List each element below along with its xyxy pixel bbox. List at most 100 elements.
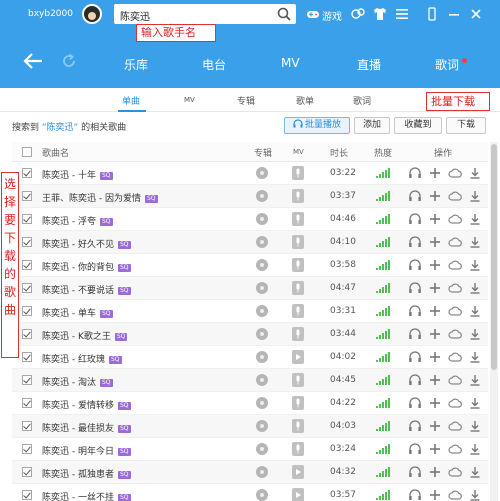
search-icon[interactable]: [276, 6, 292, 22]
song-name[interactable]: 陈奕迅 - 一丝不挂 SQ: [42, 490, 131, 501]
add-to-list-icon[interactable]: [428, 396, 442, 410]
table-row[interactable]: 陈奕迅 - 单车 SQ 03:31: [12, 300, 488, 323]
download-icon[interactable]: [468, 419, 482, 433]
row-checkbox[interactable]: [22, 375, 32, 385]
song-name[interactable]: 陈奕迅 - 浮夸 SQ: [42, 214, 113, 227]
add-to-list-icon[interactable]: [428, 235, 442, 249]
album-disc-icon[interactable]: [256, 443, 268, 455]
add-to-list-icon[interactable]: [428, 189, 442, 203]
album-disc-icon[interactable]: [256, 259, 268, 271]
song-name[interactable]: 陈奕迅 - 明年今日 SQ: [42, 444, 131, 457]
row-checkbox[interactable]: [22, 352, 32, 362]
table-row[interactable]: 陈奕迅 - 明年今日 SQ 03:24: [12, 438, 488, 461]
download-icon[interactable]: [468, 281, 482, 295]
listen-icon[interactable]: [408, 235, 422, 249]
song-title[interactable]: 陈奕迅 - 明年今日: [42, 447, 114, 457]
song-title[interactable]: 陈奕迅 - 好久不见: [42, 240, 114, 250]
row-checkbox[interactable]: [22, 398, 32, 408]
download-button[interactable]: 下载: [446, 117, 486, 134]
mv-microphone-icon[interactable]: [292, 373, 304, 387]
album-disc-icon[interactable]: [256, 305, 268, 317]
add-to-list-icon[interactable]: [428, 373, 442, 387]
table-row[interactable]: 陈奕迅 - 一丝不挂 SQ 03:57: [12, 484, 488, 501]
download-icon[interactable]: [468, 166, 482, 180]
table-row[interactable]: 陈奕迅 - 爱情转移 SQ 04:22: [12, 392, 488, 415]
add-to-list-icon[interactable]: [428, 281, 442, 295]
table-row[interactable]: 陈奕迅 - 好久不见 SQ 04:10: [12, 231, 488, 254]
listen-icon[interactable]: [408, 189, 422, 203]
album-disc-icon[interactable]: [256, 466, 268, 478]
listen-icon[interactable]: [408, 327, 422, 341]
listen-icon[interactable]: [408, 396, 422, 410]
album-disc-icon[interactable]: [256, 213, 268, 225]
download-icon[interactable]: [468, 327, 482, 341]
cloud-icon[interactable]: [448, 442, 462, 456]
listen-icon[interactable]: [408, 281, 422, 295]
table-row[interactable]: 陈奕迅 - K歌之王 SQ 03:44: [12, 323, 488, 346]
cloud-icon[interactable]: [448, 373, 462, 387]
add-to-list-icon[interactable]: [428, 166, 442, 180]
download-icon[interactable]: [468, 350, 482, 364]
tab-songs[interactable]: 单曲: [122, 94, 140, 107]
album-disc-icon[interactable]: [256, 282, 268, 294]
add-to-list-icon[interactable]: [428, 488, 442, 501]
mv-microphone-icon[interactable]: [292, 189, 304, 203]
download-icon[interactable]: [468, 442, 482, 456]
row-checkbox[interactable]: [22, 467, 32, 477]
listen-icon[interactable]: [408, 212, 422, 226]
song-title[interactable]: 陈奕迅 - 不要说话: [42, 286, 114, 296]
cloud-icon[interactable]: [448, 465, 462, 479]
settings-icon[interactable]: [394, 6, 410, 22]
download-icon[interactable]: [468, 465, 482, 479]
download-icon[interactable]: [468, 235, 482, 249]
back-arrow-icon[interactable]: [22, 52, 44, 70]
song-name[interactable]: 陈奕迅 - 你的背包 SQ: [42, 260, 131, 273]
add-to-list-icon[interactable]: [428, 465, 442, 479]
song-name[interactable]: 陈奕迅 - 最佳损友 SQ: [42, 421, 131, 434]
add-to-list-icon[interactable]: [428, 442, 442, 456]
cloud-icon[interactable]: [448, 350, 462, 364]
song-title[interactable]: 王菲、陈奕迅 - 因为爱情: [42, 194, 141, 204]
row-checkbox[interactable]: [22, 444, 32, 454]
tab-lyrics[interactable]: 歌词: [353, 94, 371, 107]
listen-icon[interactable]: [408, 258, 422, 272]
row-checkbox[interactable]: [22, 283, 32, 293]
select-all-checkbox[interactable]: [22, 147, 32, 157]
download-icon[interactable]: [468, 304, 482, 318]
add-to-list-icon[interactable]: [428, 258, 442, 272]
song-name[interactable]: 陈奕迅 - 爱情转移 SQ: [42, 398, 131, 411]
row-checkbox[interactable]: [22, 191, 32, 201]
song-name[interactable]: 陈奕迅 - 不要说话 SQ: [42, 283, 131, 296]
download-icon[interactable]: [468, 212, 482, 226]
song-name[interactable]: 陈奕迅 - 淘汰 SQ: [42, 375, 113, 388]
mv-microphone-icon[interactable]: [292, 212, 304, 226]
mv-microphone-icon[interactable]: [292, 419, 304, 433]
tshirt-icon[interactable]: [372, 6, 388, 22]
table-row[interactable]: 陈奕迅 - 淘汰 SQ 04:45: [12, 369, 488, 392]
song-title[interactable]: 陈奕迅 - 最佳损友: [42, 424, 114, 434]
gamepad-icon[interactable]: [306, 7, 320, 21]
mv-microphone-icon[interactable]: [292, 442, 304, 456]
listen-icon[interactable]: [408, 166, 422, 180]
cloud-icon[interactable]: [448, 166, 462, 180]
listen-icon[interactable]: [408, 350, 422, 364]
nav-lyrics[interactable]: 歌词: [435, 56, 459, 73]
tab-albums[interactable]: 专辑: [237, 94, 255, 107]
song-name[interactable]: 陈奕迅 - 孤独患者 SQ: [42, 467, 131, 480]
table-row[interactable]: 陈奕迅 - 孤独患者 SQ 04:32: [12, 461, 488, 484]
username[interactable]: bxyb2000: [28, 9, 73, 19]
table-row[interactable]: 陈奕迅 - 你的背包 SQ 03:58: [12, 254, 488, 277]
download-icon[interactable]: [468, 488, 482, 501]
cloud-icon[interactable]: [448, 488, 462, 501]
row-checkbox[interactable]: [22, 237, 32, 247]
song-title[interactable]: 陈奕迅 - 红玫瑰: [42, 355, 105, 365]
game-label[interactable]: 游戏: [322, 8, 342, 23]
album-disc-icon[interactable]: [256, 351, 268, 363]
bubble-icon[interactable]: [350, 6, 366, 22]
album-disc-icon[interactable]: [256, 190, 268, 202]
close-icon[interactable]: [468, 6, 484, 22]
song-title[interactable]: 陈奕迅 - 一丝不挂: [42, 493, 114, 501]
scrollbar[interactable]: [490, 142, 498, 501]
mv-microphone-icon[interactable]: [292, 396, 304, 410]
album-disc-icon[interactable]: [256, 489, 268, 501]
